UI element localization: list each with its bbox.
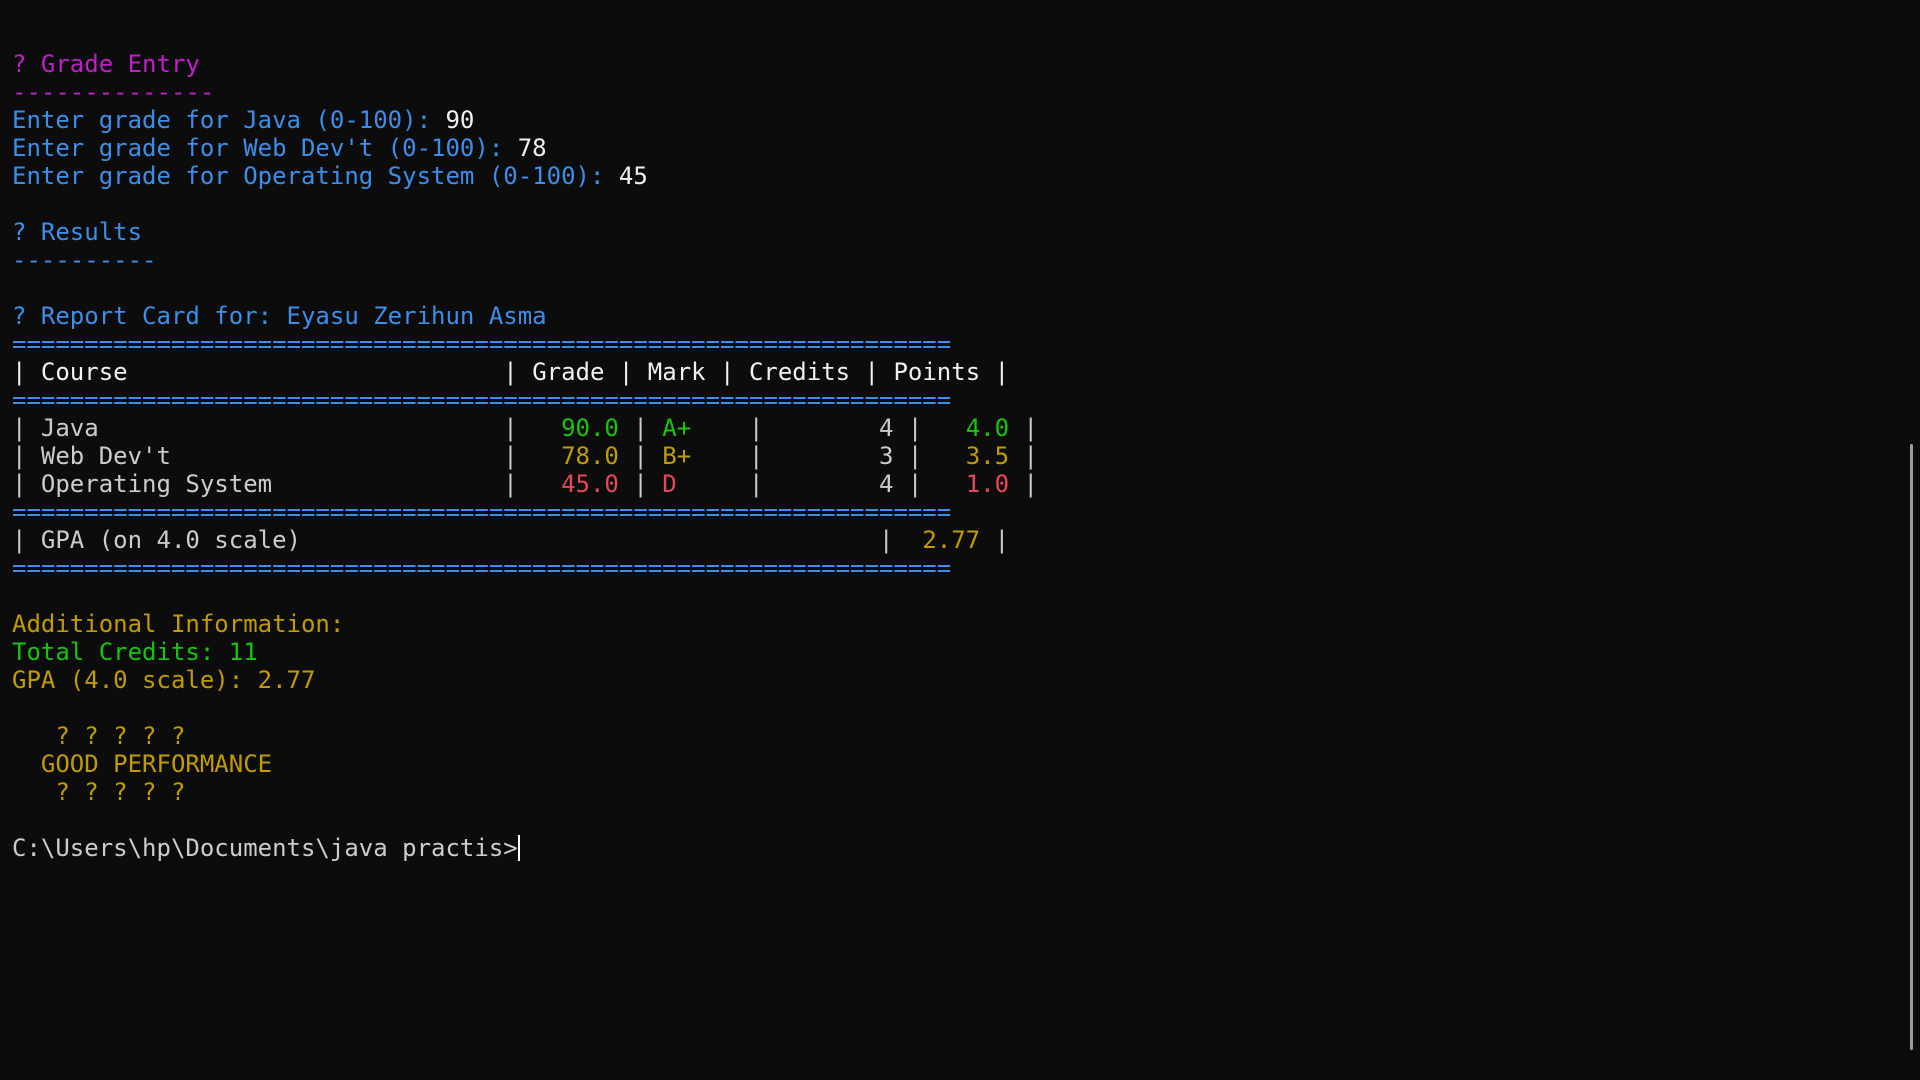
report-table-header: | Course | Grade | Mark | Credits | Poin… <box>12 358 1038 386</box>
table-sep: | <box>994 526 1010 554</box>
course-mark: B+ <box>662 442 749 470</box>
table-sep: | <box>12 358 41 386</box>
scrollbar-track[interactable] <box>1902 0 1920 1080</box>
performance-message: GOOD PERFORMANCE <box>12 750 273 778</box>
table-sep: | <box>1023 414 1038 442</box>
course-credits: 3 <box>777 442 908 470</box>
table-sep: | <box>12 414 41 442</box>
table-sep: | <box>1023 470 1038 498</box>
banner-top: ? ? ? ? ? <box>12 722 186 750</box>
table-sep: | <box>12 526 41 554</box>
total-credits: Total Credits: 11 <box>12 638 258 666</box>
table-row: | Operating System | 45.0 | D | 4 | 1.0 … <box>12 470 1038 498</box>
table-sep: | <box>878 526 908 554</box>
report-title: ? Report Card for: Eyasu Zerihun Asma <box>12 302 547 330</box>
gpa-value: 2.77 <box>907 526 995 554</box>
gpa-row: | GPA (on 4.0 scale) | 2.77 | <box>12 526 1038 554</box>
table-sep: | <box>748 414 778 442</box>
header-course: Course <box>40 358 504 386</box>
prompt-webdev-value: 78 <box>517 134 547 162</box>
grade-entry-underline: -------------- <box>12 78 215 106</box>
prompt-java-label: Enter grade for Java (0-100): <box>12 106 446 134</box>
course-name: Java <box>40 414 504 442</box>
banner-bottom: ? ? ? ? ? <box>12 778 186 806</box>
table-sep: | <box>907 470 937 498</box>
course-name: Operating System <box>40 470 504 498</box>
table-sep: | <box>618 358 648 386</box>
table-sep: | <box>633 442 663 470</box>
table-sep: | <box>503 358 533 386</box>
report-rule-bottom: ========================================… <box>12 554 952 582</box>
table-row: | Web Dev't | 78.0 | B+ | 3 | 3.5 | <box>12 442 1038 470</box>
table-sep: | <box>633 470 663 498</box>
table-sep: | <box>503 442 533 470</box>
shell-prompt-line[interactable]: C:\Users\hp\Documents\java practis> <box>12 834 1038 862</box>
text-cursor <box>517 835 520 861</box>
additional-info-header: Additional Information: <box>12 610 345 638</box>
table-sep: | <box>720 358 749 386</box>
results-header: ? Results <box>12 218 143 246</box>
table-sep: | <box>748 442 778 470</box>
course-mark: D <box>662 470 749 498</box>
prompt-line-webdev: Enter grade for Web Dev't (0-100): 78 <box>12 134 1038 162</box>
report-rule-body: ========================================… <box>12 498 952 526</box>
prompt-java-value: 90 <box>445 106 475 134</box>
table-row: | Java | 90.0 | A+ | 4 | 4.0 | <box>12 414 1038 442</box>
prompt-webdev-label: Enter grade for Web Dev't (0-100): <box>12 134 518 162</box>
scrollbar-thumb[interactable] <box>1910 444 1913 1050</box>
table-sep: | <box>503 470 533 498</box>
grade-entry-header: ? Grade Entry <box>12 50 200 78</box>
table-sep: | <box>12 470 41 498</box>
table-sep: | <box>994 358 1010 386</box>
report-rule-header: ========================================… <box>12 386 952 414</box>
header-points: Points <box>893 358 995 386</box>
terminal-window[interactable]: ? Grade Entry -------------- Enter grade f… <box>0 0 1920 1080</box>
results-underline: ---------- <box>12 246 157 274</box>
course-name: Web Dev't <box>40 442 504 470</box>
gpa-label: GPA (on 4.0 scale) <box>40 526 879 554</box>
course-grade: 90.0 <box>532 414 634 442</box>
header-grade: Grade <box>532 358 619 386</box>
prompt-line-java: Enter grade for Java (0-100): 90 <box>12 106 1038 134</box>
course-points: 3.5 <box>936 442 1024 470</box>
table-sep: | <box>864 358 894 386</box>
gpa-summary: GPA (4.0 scale): 2.77 <box>12 666 316 694</box>
course-points: 4.0 <box>936 414 1024 442</box>
console-output: ? Grade Entry -------------- Enter grade f… <box>12 22 1038 862</box>
table-sep: | <box>633 414 663 442</box>
course-grade: 45.0 <box>532 470 634 498</box>
prompt-line-os: Enter grade for Operating System (0-100)… <box>12 162 1038 190</box>
course-credits: 4 <box>777 470 908 498</box>
report-rule-top: ========================================… <box>12 330 952 358</box>
course-mark: A+ <box>662 414 749 442</box>
prompt-os-value: 45 <box>618 162 648 190</box>
table-sep: | <box>503 414 533 442</box>
shell-prompt: C:\Users\hp\Documents\java practis> <box>12 834 518 862</box>
course-grade: 78.0 <box>532 442 634 470</box>
prompt-os-label: Enter grade for Operating System (0-100)… <box>12 162 619 190</box>
header-mark: Mark <box>647 358 721 386</box>
table-sep: | <box>748 470 778 498</box>
header-credits: Credits <box>748 358 865 386</box>
table-sep: | <box>12 442 41 470</box>
course-points: 1.0 <box>936 470 1024 498</box>
course-credits: 4 <box>777 414 908 442</box>
table-sep: | <box>907 442 937 470</box>
table-sep: | <box>907 414 937 442</box>
table-sep: | <box>1023 442 1038 470</box>
